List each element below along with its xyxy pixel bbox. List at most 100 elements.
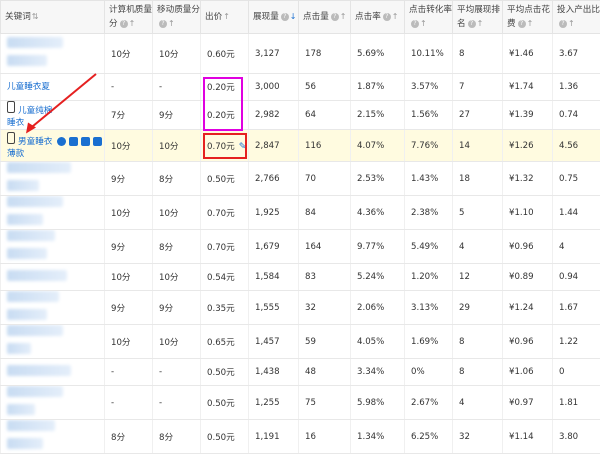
blurred-keyword[interactable] <box>7 438 43 449</box>
cell-bid[interactable]: 0.50元 <box>201 420 249 454</box>
blurred-keyword[interactable] <box>7 55 47 66</box>
blurred-keyword[interactable] <box>7 37 63 48</box>
blurred-keyword[interactable] <box>7 386 63 397</box>
keyword-cell[interactable] <box>1 230 105 264</box>
keyword-cell[interactable]: 男童睡衣薄款 <box>1 130 105 162</box>
help-icon[interactable]: ? <box>468 20 476 28</box>
column-header-8[interactable]: 平均展现排名?↑ <box>453 1 503 34</box>
cell-clk-value: 48 <box>305 367 316 377</box>
cell-bid[interactable]: 0.54元 <box>201 264 249 291</box>
keyword-cell[interactable] <box>1 291 105 325</box>
cell-bid[interactable]: 0.35元 <box>201 291 249 325</box>
help-icon[interactable]: ? <box>518 20 526 28</box>
column-header-2[interactable]: 移动质量分?↑ <box>153 1 201 34</box>
keyword-link[interactable]: 儿童睡衣夏 <box>7 82 50 92</box>
cell-bid[interactable]: 0.60元 <box>201 34 249 74</box>
table-row[interactable]: 儿童纯棉睡衣7分9分0.20元2,982642.15%1.56%27¥1.390… <box>1 101 600 130</box>
sort-icon[interactable]: ↑ <box>340 10 347 24</box>
blurred-keyword[interactable] <box>7 162 71 173</box>
cell-bid[interactable]: 0.50元 <box>201 359 249 386</box>
sort-icon[interactable]: ↑ <box>527 17 534 31</box>
table-row[interactable]: 9分8分0.50元2,766702.53%1.43%18¥1.320.75 <box>1 162 600 196</box>
keyword-cell[interactable] <box>1 34 105 74</box>
blurred-keyword[interactable] <box>7 365 71 376</box>
chart-icon[interactable] <box>81 137 90 146</box>
sort-icon[interactable]: ↑ <box>568 17 575 31</box>
table-row[interactable]: 10分10分0.70元1,925844.36%2.38%5¥1.101.44 <box>1 196 600 230</box>
cell-clk: 56 <box>299 74 351 101</box>
target-icon[interactable] <box>57 137 66 146</box>
blurred-keyword[interactable] <box>7 248 47 259</box>
search-icon[interactable] <box>69 137 78 146</box>
help-icon[interactable]: ? <box>120 20 128 28</box>
keyword-cell[interactable] <box>1 162 105 196</box>
keyword-link-continued[interactable]: 薄款 <box>7 149 24 159</box>
table-row[interactable]: 9分9分0.35元1,555322.06%3.13%29¥1.241.67 <box>1 291 600 325</box>
help-icon[interactable]: ? <box>159 20 167 28</box>
cell-bid[interactable]: 0.65元 <box>201 325 249 359</box>
keyword-cell[interactable]: 儿童睡衣夏 <box>1 74 105 101</box>
blurred-keyword[interactable] <box>7 404 35 415</box>
delete-icon[interactable] <box>93 137 102 146</box>
help-icon[interactable]: ? <box>281 13 289 21</box>
keyword-cell[interactable]: 儿童纯棉睡衣 <box>1 101 105 130</box>
column-header-0[interactable]: 关键词⇅ <box>1 1 105 34</box>
keyword-link-continued[interactable]: 睡衣 <box>7 118 24 128</box>
sort-icon[interactable]: ⇅ <box>32 10 39 24</box>
table-row[interactable]: --0.50元1,438483.34%0%8¥1.060 <box>1 359 600 386</box>
keyword-cell[interactable] <box>1 264 105 291</box>
keyword-cell[interactable] <box>1 420 105 454</box>
column-header-9[interactable]: 平均点击花费?↑ <box>503 1 553 34</box>
blurred-keyword[interactable] <box>7 214 43 225</box>
sort-desc-icon[interactable]: ↓ <box>290 10 297 24</box>
sort-icon[interactable]: ↑ <box>129 17 136 31</box>
cell-bid[interactable]: 0.70元 <box>201 230 249 264</box>
column-header-4[interactable]: 展现量?↓ <box>249 1 299 34</box>
blurred-keyword[interactable] <box>7 180 39 191</box>
blurred-keyword[interactable] <box>7 230 55 241</box>
help-icon[interactable]: ? <box>331 13 339 21</box>
keyword-link[interactable]: 男童睡衣 <box>18 137 52 147</box>
column-header-10[interactable]: 投入产出比?↑ <box>553 1 600 34</box>
cell-rank: 8 <box>453 325 503 359</box>
table-row[interactable]: 9分8分0.70元1,6791649.77%5.49%4¥0.964 <box>1 230 600 264</box>
help-icon[interactable]: ? <box>559 20 567 28</box>
cell-bid-value: 0.60元 <box>207 50 235 60</box>
blurred-keyword[interactable] <box>7 309 47 320</box>
column-header-1[interactable]: 计算机质量分?↑ <box>105 1 153 34</box>
sort-icon[interactable]: ↑ <box>477 17 484 31</box>
table-row[interactable]: --0.50元1,255755.98%2.67%4¥0.971.81 <box>1 386 600 420</box>
keyword-cell[interactable] <box>1 325 105 359</box>
keyword-cell[interactable] <box>1 386 105 420</box>
sort-icon[interactable]: ↑ <box>392 10 399 24</box>
sort-icon[interactable]: ↑ <box>420 17 427 31</box>
table-row[interactable]: 儿童睡衣夏--0.20元3,000561.87%3.57%7¥1.741.36 <box>1 74 600 101</box>
blurred-keyword[interactable] <box>7 270 67 281</box>
table-row[interactable]: 男童睡衣薄款10分10分0.70元✎2,8471164.07%7.76%14¥1… <box>1 130 600 162</box>
cell-cvr-value: 3.13% <box>411 303 438 313</box>
blurred-keyword[interactable] <box>7 420 55 431</box>
column-header-5[interactable]: 点击量?↑ <box>299 1 351 34</box>
table-row[interactable]: 10分10分0.65元1,457594.05%1.69%8¥0.961.22 <box>1 325 600 359</box>
cell-bid[interactable]: 0.50元 <box>201 162 249 196</box>
cell-roi-value: 4.56 <box>559 141 578 151</box>
help-icon[interactable]: ? <box>383 13 391 21</box>
column-header-3[interactable]: 出价↑ <box>201 1 249 34</box>
keyword-cell[interactable] <box>1 359 105 386</box>
blurred-keyword[interactable] <box>7 196 63 207</box>
keyword-cell[interactable] <box>1 196 105 230</box>
column-header-6[interactable]: 点击率?↑ <box>351 1 405 34</box>
cell-bid[interactable]: 0.70元 <box>201 196 249 230</box>
table-row[interactable]: 10分10分0.54元1,584835.24%1.20%12¥0.890.94 <box>1 264 600 291</box>
sort-icon[interactable]: ↑ <box>223 10 230 24</box>
help-icon[interactable]: ? <box>411 20 419 28</box>
column-header-7[interactable]: 点击转化率?↑ <box>405 1 453 34</box>
keyword-link[interactable]: 儿童纯棉 <box>18 106 52 116</box>
blurred-keyword[interactable] <box>7 343 31 354</box>
table-row[interactable]: 8分8分0.50元1,191161.34%6.25%32¥1.143.80 <box>1 420 600 454</box>
sort-icon[interactable]: ↑ <box>168 17 175 31</box>
cell-bid[interactable]: 0.50元 <box>201 386 249 420</box>
blurred-keyword[interactable] <box>7 325 63 336</box>
blurred-keyword[interactable] <box>7 291 59 302</box>
table-row[interactable]: 10分10分0.60元3,1271785.69%10.11%8¥1.463.67 <box>1 34 600 74</box>
